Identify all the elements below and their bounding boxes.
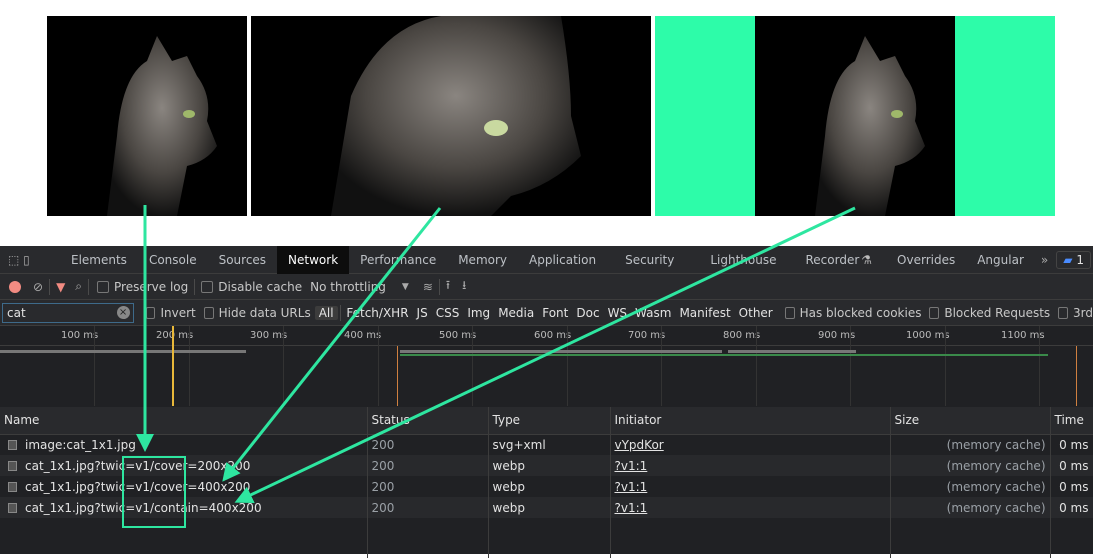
annotation-highlight-box — [122, 456, 186, 528]
annotation-arrow — [234, 206, 856, 503]
annotation-overlay — [122, 205, 856, 528]
annotation-arrow — [222, 207, 442, 482]
